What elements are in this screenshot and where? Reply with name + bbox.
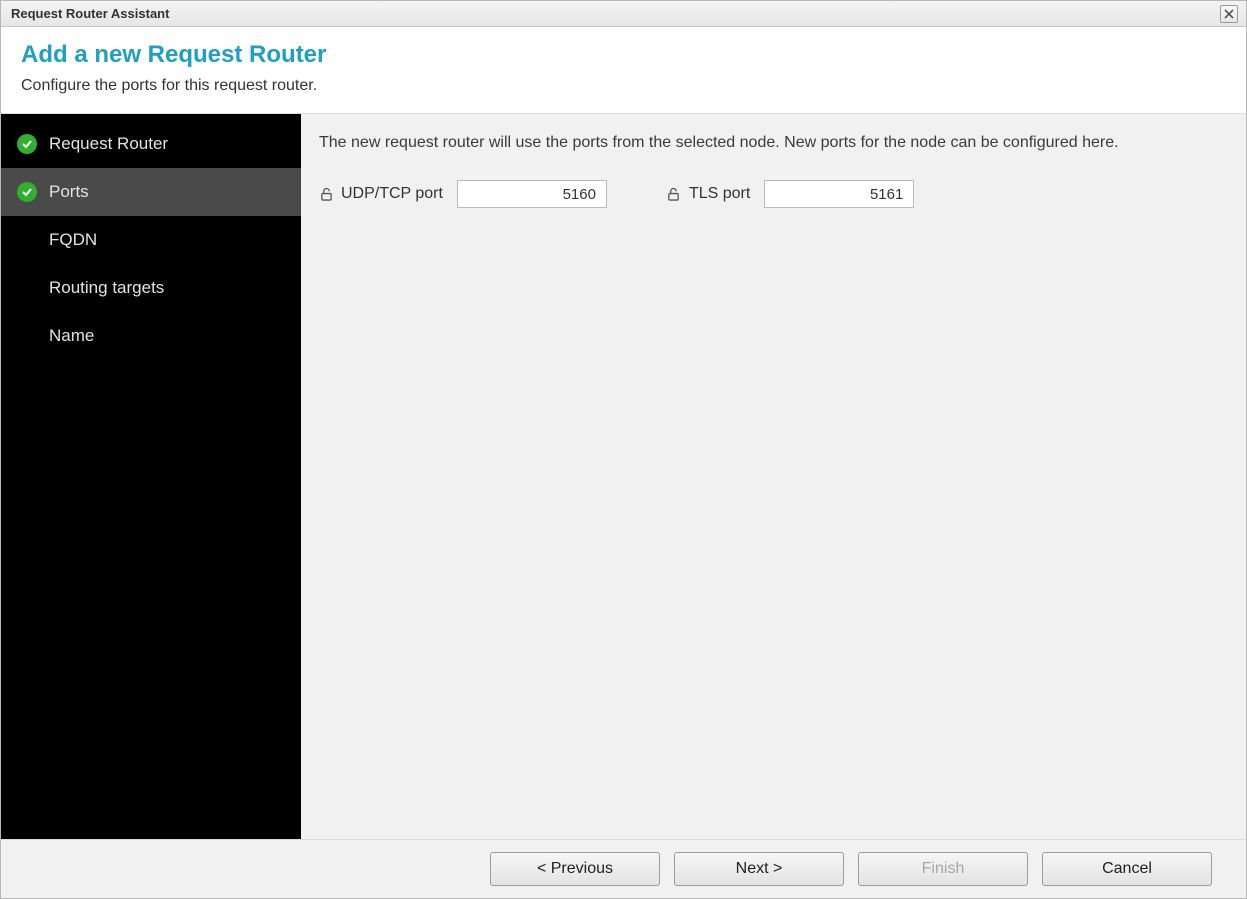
sidebar-item-label: Request Router	[49, 134, 168, 154]
sidebar-item-label: Ports	[49, 182, 89, 202]
previous-button[interactable]: < Previous	[490, 852, 660, 886]
tls-port-input[interactable]	[764, 180, 914, 208]
titlebar: Request Router Assistant	[1, 1, 1246, 27]
check-icon	[17, 134, 37, 154]
port-fields-row: UDP/TCP port TLS port	[319, 180, 1228, 208]
sidebar-item-name[interactable]: Name	[1, 312, 301, 360]
close-icon	[1224, 9, 1234, 19]
sidebar-item-label: FQDN	[49, 230, 97, 250]
finish-button[interactable]: Finish	[858, 852, 1028, 886]
sidebar-item-fqdn[interactable]: FQDN	[1, 216, 301, 264]
sidebar-item-label: Name	[49, 326, 94, 346]
wizard-footer: < Previous Next > Finish Cancel	[1, 840, 1246, 898]
sidebar-item-label: Routing targets	[49, 278, 164, 298]
content-description: The new request router will use the port…	[319, 134, 1228, 152]
window-title: Request Router Assistant	[11, 6, 169, 21]
wizard-content: The new request router will use the port…	[301, 114, 1246, 839]
sidebar-item-ports[interactable]: Ports	[1, 168, 301, 216]
check-icon	[17, 182, 37, 202]
page-subtitle: Configure the ports for this request rou…	[21, 77, 1226, 95]
wizard-dialog: Request Router Assistant Add a new Reque…	[0, 0, 1247, 899]
cancel-button[interactable]: Cancel	[1042, 852, 1212, 886]
blank-icon	[17, 230, 37, 250]
wizard-sidebar: Request Router Ports FQDN Routing target…	[1, 114, 301, 839]
next-button[interactable]: Next >	[674, 852, 844, 886]
udp-tcp-port-field: UDP/TCP port	[319, 180, 607, 208]
tls-port-label: TLS port	[689, 185, 750, 203]
udp-tcp-port-input[interactable]	[457, 180, 607, 208]
wizard-header: Add a new Request Router Configure the p…	[1, 27, 1246, 114]
tls-port-field: TLS port	[667, 180, 914, 208]
page-title: Add a new Request Router	[21, 41, 1226, 69]
sidebar-item-routing-targets[interactable]: Routing targets	[1, 264, 301, 312]
udp-tcp-port-label: UDP/TCP port	[341, 185, 443, 203]
wizard-body: Request Router Ports FQDN Routing target…	[1, 114, 1246, 840]
blank-icon	[17, 278, 37, 298]
blank-icon	[17, 326, 37, 346]
unlock-icon	[667, 186, 681, 202]
close-button[interactable]	[1220, 5, 1238, 23]
sidebar-item-request-router[interactable]: Request Router	[1, 120, 301, 168]
unlock-icon	[319, 186, 333, 202]
